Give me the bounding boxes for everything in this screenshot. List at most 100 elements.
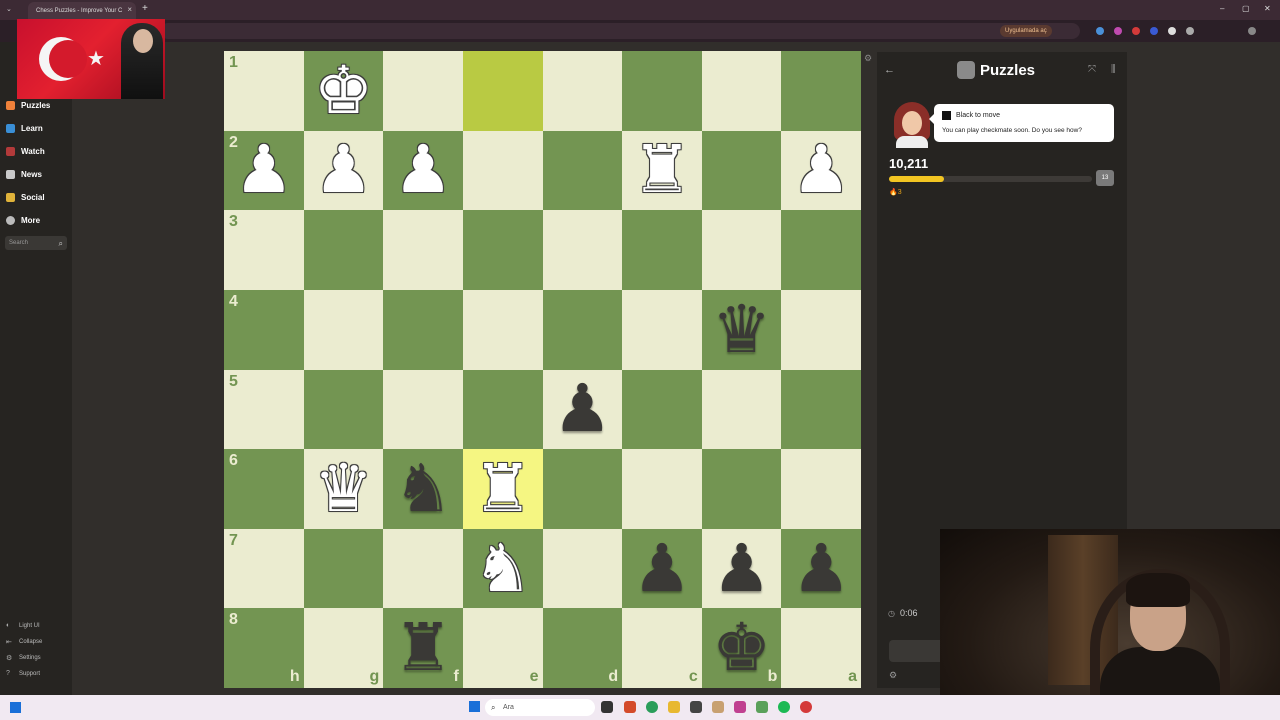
app-icon[interactable] [734, 701, 746, 713]
board-square[interactable]: ♞ [462, 528, 543, 609]
board-square[interactable]: ♟ [622, 528, 702, 609]
collapse-button[interactable]: ⇤ Collapse [6, 638, 42, 646]
board-square[interactable] [462, 289, 543, 370]
board-square[interactable]: ♟ [303, 130, 384, 211]
sidebar-item-more[interactable]: More [6, 213, 40, 227]
app-icon[interactable] [800, 701, 812, 713]
open-in-app-button[interactable]: Uygulamada aç [1000, 25, 1052, 37]
board-square[interactable] [462, 51, 543, 131]
board-square[interactable]: ♟ [781, 528, 861, 609]
board-square[interactable]: f ♜ [383, 608, 463, 688]
board-square[interactable] [383, 528, 463, 609]
back-arrow-icon[interactable]: ← [884, 64, 895, 76]
tab-close-icon[interactable]: × [127, 6, 132, 14]
board-square[interactable] [622, 210, 702, 290]
sidebar-item-puzzles[interactable]: Puzzles [6, 98, 50, 112]
white-pawn[interactable]: ♟ [781, 131, 861, 211]
black-knight[interactable]: ♞ [383, 449, 463, 529]
profile-avatar[interactable] [1248, 27, 1256, 35]
board-square[interactable]: 7 [224, 528, 304, 609]
board-square[interactable] [383, 51, 463, 131]
settings-link[interactable]: ⚙ Settings [6, 654, 41, 662]
board-square[interactable]: ♟ [781, 130, 861, 211]
board-square[interactable] [701, 51, 782, 131]
board-square[interactable]: 3 [224, 210, 304, 290]
black-pawn[interactable]: ♟ [622, 529, 702, 609]
board-square[interactable]: e [462, 608, 543, 688]
app-icon[interactable] [756, 701, 768, 713]
board-square[interactable]: 8h [224, 608, 304, 688]
board-square[interactable] [303, 369, 384, 450]
stats-icon[interactable]: ⫼ [1111, 64, 1116, 75]
maximize-icon[interactable]: ▢ [1242, 4, 1250, 13]
board-square[interactable] [462, 130, 543, 211]
board-square[interactable] [542, 210, 623, 290]
board-square[interactable]: ♜ [462, 449, 543, 529]
gear-icon[interactable]: ⚙ [889, 670, 897, 681]
start-menu-icon[interactable] [469, 701, 480, 712]
sidebar-search-input[interactable]: Search ⌕ [5, 236, 67, 250]
board-square[interactable]: c [622, 608, 702, 688]
board-square[interactable]: ♛ [701, 289, 782, 370]
spotify-icon[interactable] [778, 701, 790, 713]
board-square[interactable] [781, 289, 861, 370]
board-square[interactable]: 1 [224, 51, 304, 131]
board-square[interactable]: 6 [224, 449, 304, 529]
board-square[interactable] [462, 369, 543, 450]
task-view-icon[interactable] [601, 701, 613, 713]
black-rook[interactable]: ♜ [383, 608, 463, 688]
extension-icon[interactable] [1186, 27, 1194, 35]
board-square[interactable]: 5 [224, 369, 304, 450]
app-icon[interactable] [690, 701, 702, 713]
board-square[interactable]: a [781, 608, 861, 688]
tab-search-icon[interactable]: ⌄ [6, 5, 12, 13]
board-square[interactable]: 4 [224, 289, 304, 370]
board-square[interactable] [383, 210, 463, 290]
board-square[interactable] [622, 449, 702, 529]
extension-icon[interactable] [1132, 27, 1140, 35]
new-tab-button[interactable]: + [142, 4, 148, 14]
board-square[interactable]: ♟ [383, 130, 463, 211]
board-square[interactable] [622, 369, 702, 450]
black-pawn[interactable]: ♟ [543, 370, 623, 450]
board-square[interactable] [303, 210, 384, 290]
board-square[interactable] [383, 289, 463, 370]
white-pawn[interactable]: ♟ [304, 131, 384, 211]
board-square[interactable] [701, 449, 782, 529]
browser-tab[interactable]: Chess Puzzles - Improve Your C × [28, 2, 136, 20]
black-pawn[interactable]: ♟ [781, 529, 861, 609]
board-square[interactable] [542, 289, 623, 370]
sidebar-item-learn[interactable]: Learn [6, 121, 43, 135]
board-square[interactable]: g [303, 608, 384, 688]
taskbar-search[interactable]: ⌕ Ara [485, 699, 595, 716]
board-square[interactable] [303, 289, 384, 370]
minimize-icon[interactable]: – [1220, 4, 1224, 13]
white-rook[interactable]: ♜ [622, 131, 702, 211]
light-ui-toggle[interactable]: ◐ Light UI [6, 622, 40, 629]
board-square[interactable]: b ♚ [701, 608, 782, 688]
folder-icon[interactable] [668, 701, 680, 713]
white-pawn[interactable]: ♟ [224, 131, 304, 211]
board-square[interactable]: 2 ♟ [224, 130, 304, 211]
support-link[interactable]: ? Support [6, 670, 40, 677]
board-square[interactable]: d [542, 608, 623, 688]
widget-icon[interactable] [10, 702, 21, 713]
chess-board[interactable]: 1 ♚ 2 ♟ ♟ ♟ ♜ ♟ 3 4 ♛ 5 ♟ 6 ♛ ♞ ♜ 7 ♞ ♟ ♟ ♟ 8 h g f ♜ e d c b ♚ a [224, 51, 861, 688]
board-settings-icon[interactable]: ⚙ [864, 53, 872, 64]
board-square[interactable] [303, 528, 384, 609]
black-pawn[interactable]: ♟ [702, 529, 782, 609]
board-square[interactable]: ♜ [622, 130, 702, 211]
white-queen[interactable]: ♛ [304, 449, 384, 529]
black-queen[interactable]: ♛ [702, 290, 782, 370]
board-square[interactable]: ♞ [383, 449, 463, 529]
board-square[interactable] [781, 210, 861, 290]
black-king[interactable]: ♚ [702, 608, 782, 688]
pin-icon[interactable]: ⤧ [1088, 64, 1096, 75]
sidebar-item-watch[interactable]: Watch [6, 144, 45, 158]
sidebar-item-news[interactable]: News [6, 167, 42, 181]
board-square[interactable]: ♛ [303, 449, 384, 529]
board-square[interactable] [383, 369, 463, 450]
board-square[interactable] [462, 210, 543, 290]
board-square[interactable] [622, 51, 702, 131]
board-square[interactable]: ♚ [303, 51, 384, 131]
